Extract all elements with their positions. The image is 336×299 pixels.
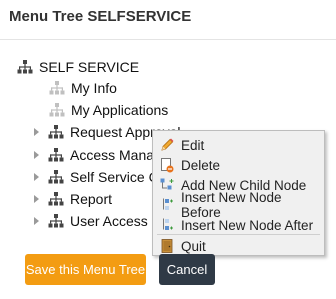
tree-node-label: Self Service C	[70, 169, 159, 185]
menu-item-label: Insert New Node After	[181, 217, 314, 233]
quit-door-icon	[159, 238, 175, 254]
insert-before-icon	[159, 197, 175, 213]
menu-item-label: Edit	[181, 137, 205, 153]
cancel-button[interactable]: Cancel	[159, 254, 215, 285]
menu-item-insert-after[interactable]: Insert New Node After	[153, 215, 324, 235]
expand-arrow-icon[interactable]	[34, 128, 39, 136]
tree-node-label: Report	[70, 191, 113, 207]
menu-item-delete[interactable]: Delete	[153, 155, 324, 175]
delete-page-icon	[159, 157, 175, 173]
org-chart-icon	[17, 59, 33, 75]
menu-item-insert-before[interactable]: Insert New Node Before	[153, 190, 324, 220]
context-menu: Edit Delete Add New Child Node Insert Ne…	[152, 130, 325, 256]
add-child-node-icon	[159, 177, 175, 193]
tree-node-self-service-c[interactable]: Self Service C	[34, 167, 159, 187]
org-chart-icon	[49, 80, 65, 96]
expand-arrow-icon[interactable]	[34, 217, 39, 225]
org-chart-icon	[48, 213, 64, 229]
menu-item-quit[interactable]: Quit	[153, 236, 324, 256]
tree-node-label: Access Manag	[70, 147, 162, 163]
insert-after-icon	[159, 217, 175, 233]
expand-arrow-icon[interactable]	[34, 173, 39, 181]
expand-arrow-icon[interactable]	[34, 195, 39, 203]
org-chart-icon	[48, 124, 64, 140]
tree-node-label: SELF SERVICE	[39, 59, 140, 75]
menu-item-label: Delete	[181, 157, 221, 173]
tree-node-user-access[interactable]: User Access	[34, 211, 148, 231]
org-chart-icon	[48, 169, 64, 185]
tree-node-label: My Info	[71, 80, 117, 96]
tree-node-report[interactable]: Report	[34, 189, 112, 209]
tree-node-access-manag[interactable]: Access Manag	[34, 145, 162, 165]
expand-arrow-icon[interactable]	[34, 151, 39, 159]
tree-root-node[interactable]: SELF SERVICE	[17, 57, 139, 77]
org-chart-icon	[48, 191, 64, 207]
org-chart-icon	[49, 102, 65, 118]
tree-node-my-info[interactable]: My Info	[49, 78, 117, 98]
save-menu-tree-button[interactable]: Save this Menu Tree	[25, 254, 146, 285]
menu-item-edit[interactable]: Edit	[153, 135, 324, 155]
org-chart-icon	[48, 147, 64, 163]
menu-item-label: Quit	[181, 238, 206, 254]
tree-node-my-applications[interactable]: My Applications	[49, 100, 168, 120]
tree-node-label: User Access	[70, 213, 148, 229]
tree-node-label: My Applications	[71, 102, 169, 118]
pencil-icon	[159, 137, 175, 153]
menu-separator	[157, 234, 320, 235]
